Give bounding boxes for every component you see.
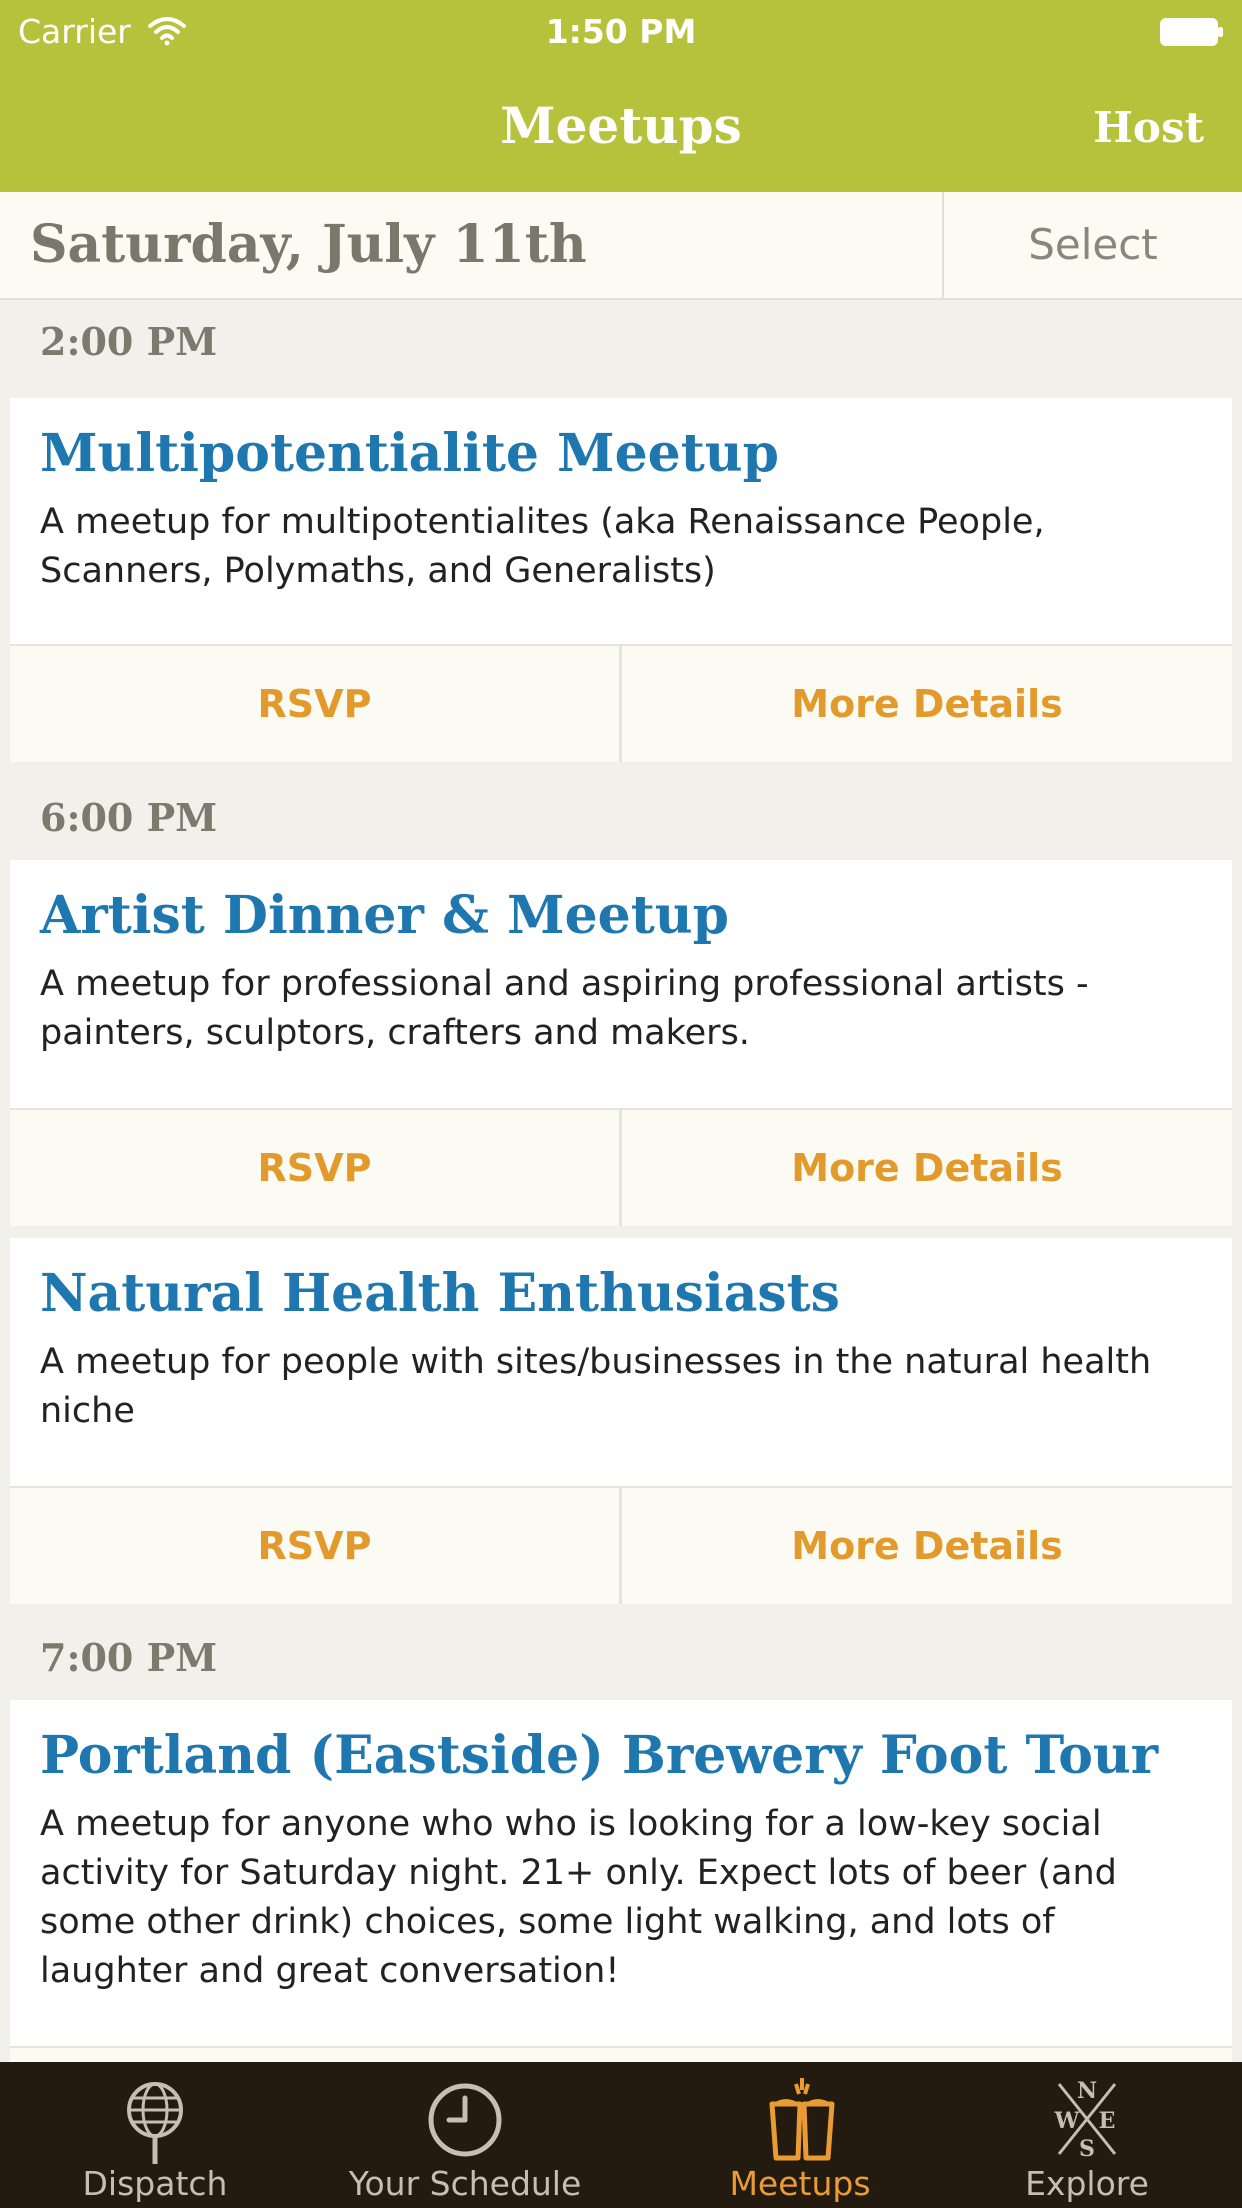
page-title: Meetups <box>500 96 742 155</box>
meetup-actions: RSVP More Details <box>10 1486 1232 1604</box>
tab-label: Explore <box>1025 2164 1149 2203</box>
meetup-title: Natural Health Enthusiasts <box>40 1263 840 1324</box>
tab-label: Meetups <box>729 2164 871 2203</box>
battery-icon <box>1160 18 1223 46</box>
svg-text:W: W <box>1054 2108 1080 2134</box>
compass-icon: N W E S <box>1054 2078 1117 2162</box>
meetup-description: A meetup for anyone who who is looking f… <box>40 1804 1117 1991</box>
meetup-title: Artist Dinner & Meetup <box>40 885 729 946</box>
meetup-actions: RSVP More Details <box>10 644 1232 762</box>
clock-icon <box>428 2083 502 2157</box>
section-time: 6:00 PM <box>40 795 218 840</box>
tab-meetups[interactable]: Meetups <box>645 2062 955 2208</box>
more-details-button[interactable]: More Details <box>622 1110 1232 1226</box>
rsvp-button[interactable]: RSVP <box>10 1488 622 1604</box>
svg-text:S: S <box>1079 2136 1095 2162</box>
tab-bar: Dispatch Your Schedule Meetups N W E S E… <box>0 2062 1242 2208</box>
more-details-button[interactable]: More Details <box>622 646 1232 762</box>
meetup-actions: RSVP More Details <box>10 1108 1232 1226</box>
date-label: Saturday, July 11th <box>30 214 587 275</box>
status-time: 1:50 PM <box>545 12 697 51</box>
meetup-description: A meetup for professional and aspiring p… <box>40 964 1089 1053</box>
tab-explore[interactable]: N W E S Explore <box>932 2062 1242 2208</box>
tab-your-schedule[interactable]: Your Schedule <box>310 2062 620 2208</box>
tab-dispatch[interactable]: Dispatch <box>0 2062 310 2208</box>
beer-mugs-icon <box>769 2078 835 2161</box>
meetup-description: A meetup for multipotentialites (aka Ren… <box>40 502 1045 591</box>
meetup-description: A meetup for people with sites/businesse… <box>40 1342 1152 1431</box>
tab-label: Dispatch <box>82 2164 228 2203</box>
meetup-card[interactable]: Natural Health Enthusiasts A meetup for … <box>10 1238 1232 1486</box>
section-time: 7:00 PM <box>40 1635 218 1680</box>
meetup-card[interactable]: Artist Dinner & Meetup A meetup for prof… <box>10 860 1232 1108</box>
date-header: Saturday, July 11th Select <box>0 192 1242 300</box>
more-details-button[interactable]: More Details <box>622 1488 1232 1604</box>
select-button[interactable]: Select <box>942 192 1242 298</box>
rsvp-button[interactable]: RSVP <box>10 1110 622 1226</box>
svg-text:E: E <box>1099 2108 1116 2134</box>
meetup-card[interactable]: Multipotentialite Meetup A meetup for mu… <box>10 398 1232 644</box>
meetup-card[interactable]: Portland (Eastside) Brewery Foot Tour A … <box>10 1700 1232 2046</box>
status-bar: Carrier 1:50 PM <box>0 10 1242 54</box>
tab-label: Your Schedule <box>348 2164 582 2203</box>
host-button[interactable]: Host <box>1093 100 1204 156</box>
meetup-title: Portland (Eastside) Brewery Foot Tour <box>40 1725 1159 1786</box>
globe-icon <box>127 2082 183 2164</box>
navigation-bar: Carrier 1:50 PM Meetups Host <box>0 0 1242 192</box>
section-time: 2:00 PM <box>40 319 218 364</box>
meetup-title: Multipotentialite Meetup <box>40 423 779 484</box>
svg-text:N: N <box>1077 2078 1097 2104</box>
rsvp-button[interactable]: RSVP <box>10 646 622 762</box>
